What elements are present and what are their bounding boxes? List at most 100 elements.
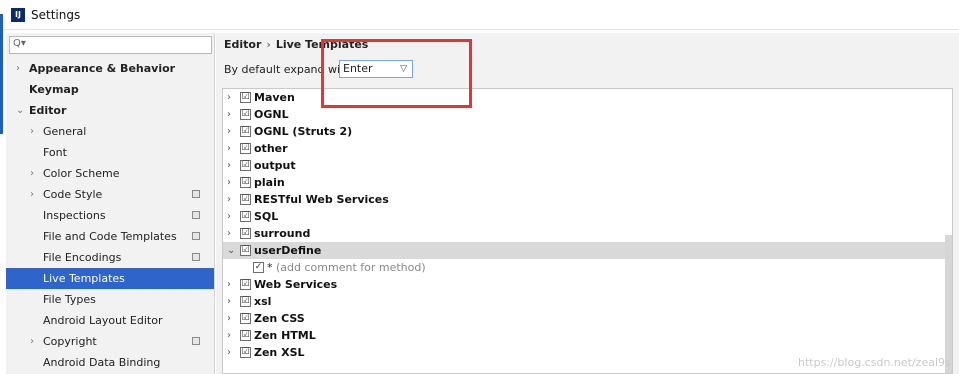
group-checkbox[interactable]: ☑ <box>240 245 251 256</box>
live-templates-tree: › ☑ Maven › ☑ OGNL › ☑ OGNL (Struts 2) ›… <box>222 88 953 374</box>
sidebar-item-file-encodings[interactable]: File Encodings <box>6 247 214 268</box>
group-name: surround <box>254 227 311 240</box>
group-checkbox[interactable]: ☑ <box>240 313 251 324</box>
chevron-right-icon[interactable]: › <box>16 58 20 79</box>
project-settings-copy-icon <box>192 337 200 345</box>
group-name: OGNL <box>254 108 289 121</box>
annotation-highlight-box <box>321 39 472 108</box>
template-checkbox[interactable]: ✓ <box>253 262 264 273</box>
template-group-row[interactable]: › ☑ Web Services <box>223 276 952 293</box>
tree-scrollbar[interactable] <box>945 235 952 373</box>
group-checkbox[interactable]: ☑ <box>240 92 251 103</box>
template-abbreviation: * <box>267 261 273 274</box>
window-edge-marker <box>0 14 3 134</box>
sidebar-item-general[interactable]: › General <box>6 121 214 142</box>
chevron-right-icon[interactable]: › <box>227 327 231 344</box>
template-description: (add comment for method) <box>276 261 426 274</box>
group-checkbox[interactable]: ☑ <box>240 194 251 205</box>
chevron-right-icon[interactable]: › <box>30 163 34 184</box>
chevron-right-icon[interactable]: › <box>227 106 231 123</box>
sidebar-item-code-style[interactable]: › Code Style <box>6 184 214 205</box>
sidebar-item-file-code-templates[interactable]: File and Code Templates <box>6 226 214 247</box>
sidebar-item-label: Color Scheme <box>43 167 120 180</box>
group-name: other <box>254 142 288 155</box>
group-checkbox[interactable]: ☑ <box>240 177 251 188</box>
project-settings-copy-icon <box>192 211 200 219</box>
sidebar-item-inspections[interactable]: Inspections <box>6 205 214 226</box>
template-group-row[interactable]: › ☑ plain <box>223 174 952 191</box>
chevron-right-icon[interactable]: › <box>227 344 231 361</box>
chevron-right-icon[interactable]: › <box>227 157 231 174</box>
sidebar-item-editor[interactable]: ⌄ Editor <box>6 100 214 121</box>
chevron-down-icon[interactable]: ⌄ <box>227 242 235 259</box>
chevron-right-icon[interactable]: › <box>227 140 231 157</box>
sidebar-item-file-types[interactable]: File Types <box>6 289 214 310</box>
sidebar-item-copyright[interactable]: › Copyright <box>6 331 214 352</box>
template-group-row[interactable]: › ☑ xsl <box>223 293 952 310</box>
template-group-row[interactable]: › ☑ surround <box>223 225 952 242</box>
chevron-right-icon[interactable]: › <box>30 331 34 352</box>
group-name: SQL <box>254 210 279 223</box>
template-group-row[interactable]: › ☑ Zen HTML <box>223 327 952 344</box>
sidebar-item-keymap[interactable]: Keymap <box>6 79 214 100</box>
template-item-row[interactable]: ✓ * (add comment for method) <box>223 259 952 276</box>
sidebar-item-label: Inspections <box>43 209 106 222</box>
chevron-right-icon[interactable]: › <box>227 225 231 242</box>
group-checkbox[interactable]: ☑ <box>240 279 251 290</box>
chevron-right-icon[interactable]: › <box>227 276 231 293</box>
chevron-right-icon[interactable]: › <box>30 121 34 142</box>
title-bar: IJ Settings <box>0 0 959 30</box>
chevron-down-icon[interactable]: ⌄ <box>16 100 24 121</box>
group-name: Zen CSS <box>254 312 305 325</box>
search-box[interactable]: Q▾ <box>9 36 212 54</box>
template-group-row[interactable]: › ☑ SQL <box>223 208 952 225</box>
sidebar-item-label: Android Layout Editor <box>43 314 163 327</box>
chevron-right-icon[interactable]: › <box>227 123 231 140</box>
search-icon: Q▾ <box>13 38 26 49</box>
sidebar-item-label: File Encodings <box>43 251 122 264</box>
group-name: Zen XSL <box>254 346 305 359</box>
sidebar-item-label: File Types <box>43 293 96 306</box>
group-name: userDefine <box>254 244 322 257</box>
project-settings-copy-icon <box>192 253 200 261</box>
group-name: Maven <box>254 91 295 104</box>
chevron-right-icon[interactable]: › <box>227 191 231 208</box>
chevron-right-icon[interactable]: › <box>227 293 231 310</box>
group-name: xsl <box>254 295 272 308</box>
live-templates-panel: Editor › Live Templates By default expand … <box>216 33 959 374</box>
sidebar-item-appearance-behavior[interactable]: › Appearance & Behavior <box>6 58 214 79</box>
group-checkbox[interactable]: ☑ <box>240 347 251 358</box>
chevron-right-icon[interactable]: › <box>227 174 231 191</box>
chevron-right-icon[interactable]: › <box>227 208 231 225</box>
sidebar-item-live-templates[interactable]: Live Templates <box>6 268 214 289</box>
search-input[interactable] <box>28 38 208 52</box>
sidebar-item-android-layout-editor[interactable]: Android Layout Editor <box>6 310 214 331</box>
breadcrumb-parent: Editor <box>224 38 262 51</box>
template-group-row-selected[interactable]: ⌄ ☑ userDefine <box>223 242 952 259</box>
chevron-right-icon[interactable]: › <box>30 184 34 205</box>
template-group-row[interactable]: › ☑ OGNL (Struts 2) <box>223 123 952 140</box>
template-group-row[interactable]: › ☑ output <box>223 157 952 174</box>
template-group-row[interactable]: › ☑ RESTful Web Services <box>223 191 952 208</box>
chevron-right-icon[interactable]: › <box>227 310 231 327</box>
template-group-row[interactable]: › ☑ Zen CSS <box>223 310 952 327</box>
group-checkbox[interactable]: ☑ <box>240 211 251 222</box>
sidebar-item-android-data-binding[interactable]: Android Data Binding <box>6 352 214 373</box>
sidebar-item-label: Font <box>43 146 67 159</box>
sidebar-item-color-scheme[interactable]: › Color Scheme <box>6 163 214 184</box>
sidebar-item-font[interactable]: Font <box>6 142 214 163</box>
sidebar-item-label: Live Templates <box>43 272 125 285</box>
template-item: * (add comment for method) <box>267 259 426 276</box>
group-checkbox[interactable]: ☑ <box>240 296 251 307</box>
group-checkbox[interactable]: ☑ <box>240 143 251 154</box>
group-checkbox[interactable]: ☑ <box>240 126 251 137</box>
intellij-app-icon: IJ <box>11 8 25 22</box>
sidebar-item-label: Editor <box>29 104 67 117</box>
group-checkbox[interactable]: ☑ <box>240 330 251 341</box>
group-checkbox[interactable]: ☑ <box>240 160 251 171</box>
group-checkbox[interactable]: ☑ <box>240 228 251 239</box>
template-group-row[interactable]: › ☑ OGNL <box>223 106 952 123</box>
group-checkbox[interactable]: ☑ <box>240 109 251 120</box>
chevron-right-icon[interactable]: › <box>227 89 231 106</box>
template-group-row[interactable]: › ☑ other <box>223 140 952 157</box>
